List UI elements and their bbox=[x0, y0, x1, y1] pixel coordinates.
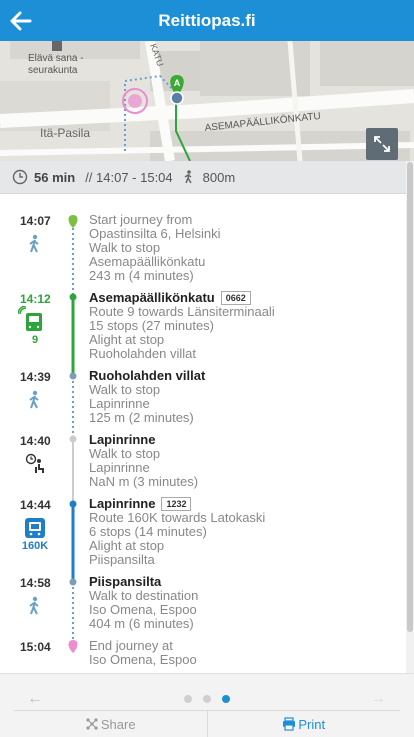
bus-icon bbox=[25, 518, 45, 538]
leg-line: Lapinrinne bbox=[89, 396, 150, 411]
leg-line: 15 stops (27 minutes) bbox=[89, 318, 215, 333]
leg-line: NaN m (3 minutes) bbox=[89, 474, 199, 489]
leg-time: 14:39 bbox=[20, 370, 51, 384]
leg-time: 14:12 bbox=[20, 292, 51, 306]
stop-name[interactable]: Ruoholahden villat bbox=[89, 369, 399, 383]
journey-duration: 56 min bbox=[34, 169, 76, 185]
wait-icon bbox=[25, 453, 44, 473]
timeline-line bbox=[68, 215, 78, 653]
walk-distance: 800m bbox=[202, 169, 236, 185]
walk-icon bbox=[29, 596, 39, 615]
walk-icon bbox=[29, 234, 39, 253]
leg-line: Route 9 towards Länsiterminaali bbox=[89, 304, 275, 319]
stop-name[interactable]: Lapinrinne bbox=[89, 433, 399, 447]
leg-line: Opastinsilta 6, Helsinki bbox=[89, 226, 221, 241]
leg-details[interactable]: Lapinrinne 1232 Route 160K towards Latoka… bbox=[89, 497, 399, 567]
leg-details[interactable]: Piispansilta Walk to destination Iso Ome… bbox=[89, 575, 399, 631]
top-bar: Reittiopas.fi bbox=[0, 0, 414, 41]
leg-details: End journey at Iso Omena, Espoo bbox=[89, 639, 399, 667]
map-label-district: Itä-Pasila bbox=[40, 126, 90, 140]
pager-dot-active[interactable] bbox=[222, 695, 230, 703]
share-icon bbox=[86, 718, 98, 730]
leg-line: 6 stops (14 minutes) bbox=[89, 524, 207, 539]
tram-icon bbox=[18, 306, 42, 331]
action-bar: Share Print bbox=[14, 710, 400, 737]
leg-line: 243 m (4 minutes) bbox=[89, 268, 194, 283]
route-map[interactable]: A Elävä sana - seurakunta Itä-Pasila ASE… bbox=[0, 41, 414, 161]
clock-icon bbox=[12, 169, 28, 185]
scrollbar-thumb[interactable] bbox=[407, 162, 413, 632]
pager-dot[interactable] bbox=[203, 695, 211, 703]
journey-timeline: 14:07 Start journey from Opastinsilta 6,… bbox=[0, 193, 406, 673]
leg-line: Route 160K towards Latokaski bbox=[89, 510, 266, 525]
share-label: Share bbox=[100, 716, 136, 732]
leg-time: 14:44 bbox=[20, 498, 51, 512]
leg-line: Alight at stop bbox=[89, 538, 165, 553]
leg-details: Start journey from Opastinsilta 6, Helsi… bbox=[89, 213, 399, 283]
stop-code: 0662 bbox=[220, 291, 251, 305]
leg-line: Iso Omena, Espoo bbox=[89, 652, 197, 667]
route-number: 9 bbox=[31, 334, 39, 346]
print-icon bbox=[283, 717, 296, 731]
stop-name[interactable]: Lapinrinne bbox=[89, 496, 155, 511]
stop-code: 1232 bbox=[161, 497, 192, 511]
leg-time: 14:07 bbox=[20, 214, 51, 228]
leg-details[interactable]: Lapinrinne Walk to stop Lapinrinne NaN m… bbox=[89, 433, 399, 489]
itinerary-pager: ← → bbox=[0, 690, 414, 708]
app-title: Reittiopas.fi bbox=[158, 10, 256, 30]
map-label-poi-line2: seurakunta bbox=[28, 65, 78, 76]
back-arrow-icon[interactable] bbox=[8, 8, 34, 34]
leg-line: Asemapäällikönkatu bbox=[89, 254, 206, 269]
stop-name[interactable]: Asemapäällikönkatu bbox=[89, 290, 215, 305]
next-itinerary-button[interactable]: → bbox=[370, 690, 386, 708]
leg-line: Lapinrinne bbox=[89, 460, 150, 475]
leg-line: Walk to stop bbox=[89, 382, 161, 397]
leg-line: Start journey from bbox=[89, 212, 193, 227]
leg-time: 14:58 bbox=[20, 576, 51, 590]
leg-line: Walk to stop bbox=[89, 446, 161, 461]
leg-details[interactable]: Asemapäällikönkatu 0662 Route 9 towards L… bbox=[89, 291, 399, 361]
journey-summary: 56 min // 14:07 - 15:04 800m bbox=[0, 161, 406, 194]
map-marker-label: A bbox=[174, 78, 181, 88]
leg-line: Piispansilta bbox=[89, 552, 155, 567]
leg-line: Iso Omena, Espoo bbox=[89, 602, 197, 617]
bottom-bar: ← → Share Print bbox=[0, 673, 414, 737]
leg-line: Alight at stop bbox=[89, 332, 165, 347]
leg-line: Walk to destination bbox=[89, 588, 199, 603]
leg-line: Ruoholahden villat bbox=[89, 346, 196, 361]
map-label-poi-line1: Elävä sana - bbox=[28, 53, 84, 64]
stop-name[interactable]: Piispansilta bbox=[89, 575, 399, 589]
leg-time: 15:04 bbox=[20, 640, 51, 654]
leg-time: 14:40 bbox=[20, 434, 51, 448]
share-button[interactable]: Share bbox=[14, 711, 208, 737]
previous-itinerary-button[interactable]: ← bbox=[27, 690, 43, 708]
leg-line: 125 m (2 minutes) bbox=[89, 410, 194, 425]
journey-time-range: // 14:07 - 15:04 bbox=[85, 169, 173, 185]
print-button[interactable]: Print bbox=[208, 711, 401, 737]
expand-icon bbox=[374, 136, 390, 152]
print-label: Print bbox=[298, 716, 326, 732]
pager-dot[interactable] bbox=[184, 695, 192, 703]
leg-line: 404 m (6 minutes) bbox=[89, 616, 194, 631]
expand-map-button[interactable] bbox=[366, 128, 398, 160]
route-number: 160K bbox=[21, 540, 49, 552]
walk-icon bbox=[29, 390, 39, 409]
leg-details[interactable]: Ruoholahden villat Walk to stop Lapinrin… bbox=[89, 369, 399, 425]
leg-line: End journey at bbox=[89, 638, 173, 653]
walk-icon bbox=[184, 170, 192, 184]
leg-line: Walk to stop bbox=[89, 240, 161, 255]
